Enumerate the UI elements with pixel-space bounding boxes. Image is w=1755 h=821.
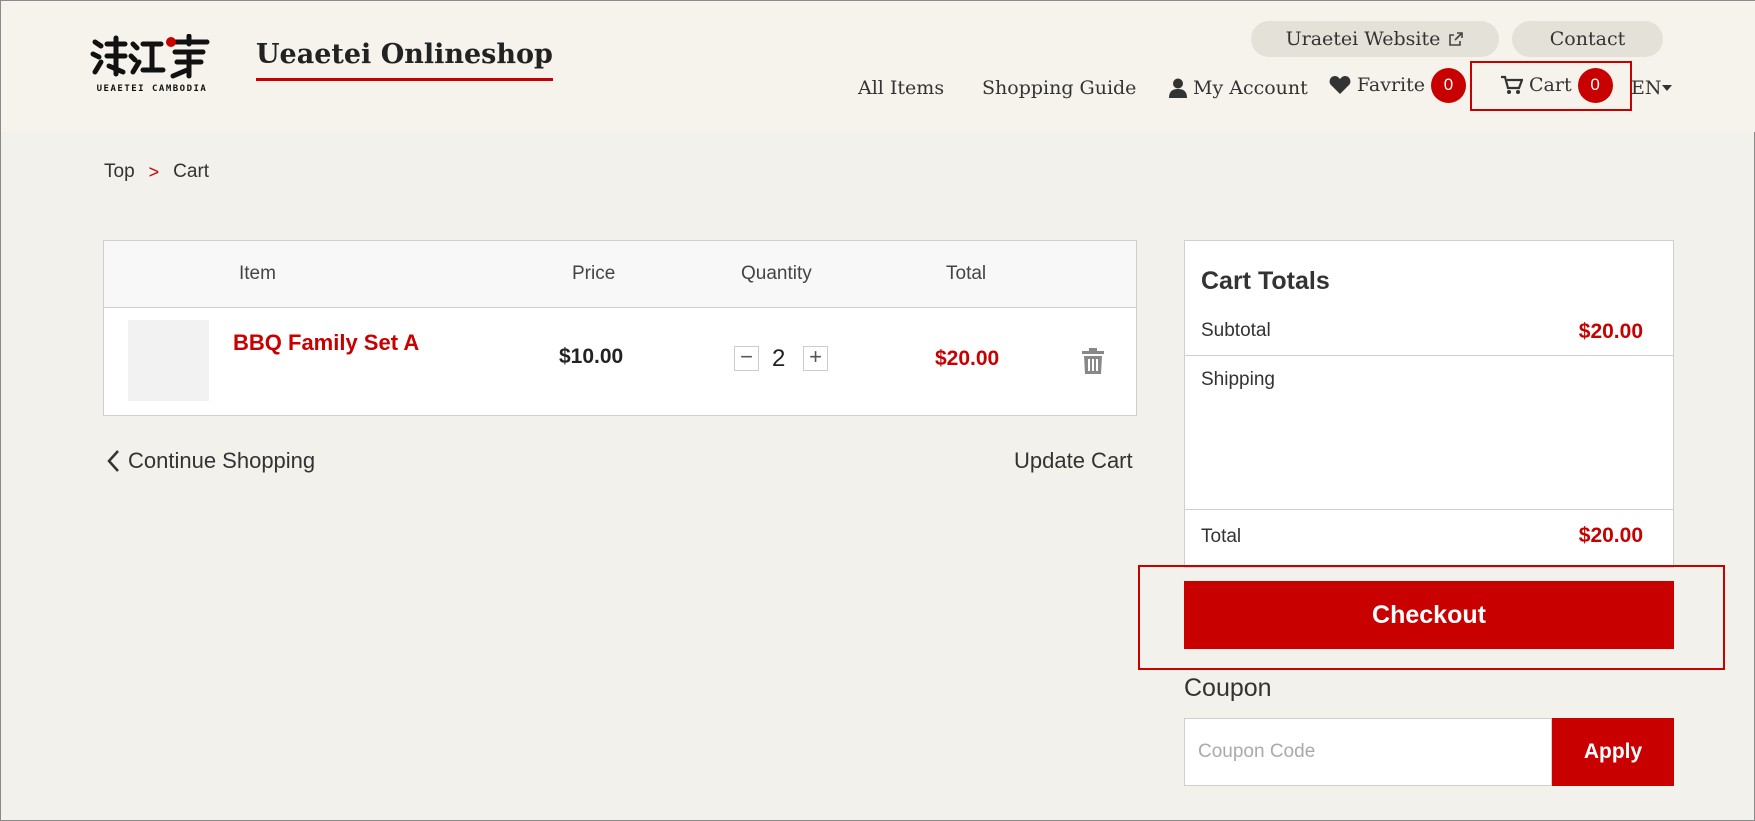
- nav-favorite[interactable]: Favrite 0: [1329, 67, 1466, 103]
- apply-coupon-button[interactable]: Apply: [1552, 718, 1674, 786]
- nav-cart-label: Cart: [1529, 74, 1572, 96]
- continue-shopping-label: Continue Shopping: [128, 448, 316, 473]
- language-selector[interactable]: EN: [1631, 73, 1672, 103]
- checkout-button[interactable]: Checkout: [1184, 581, 1674, 649]
- cart-totals-title: Cart Totals: [1201, 267, 1330, 295]
- contact-link-label: Contact: [1549, 28, 1626, 50]
- cart-table: Item Price Quantity Total BBQ Family Set…: [103, 240, 1137, 416]
- website-link-label: Uraetei Website: [1285, 28, 1441, 50]
- heart-icon: [1329, 76, 1351, 94]
- user-icon: [1169, 78, 1187, 98]
- continue-shopping-link[interactable]: Continue Shopping: [106, 448, 315, 474]
- nav-shopping-guide[interactable]: Shopping Guide: [982, 73, 1136, 103]
- nav-my-account-label: My Account: [1193, 77, 1308, 99]
- table-row: BBQ Family Set A $10.00 − 2 + $20.00: [104, 308, 1136, 415]
- caret-down-icon: [1661, 85, 1672, 91]
- nav-cart[interactable]: Cart 0: [1501, 67, 1613, 103]
- language-label: EN: [1631, 77, 1662, 99]
- nav-my-account[interactable]: My Account: [1169, 73, 1308, 103]
- header-quantity: Quantity: [741, 263, 812, 284]
- subtotal-label: Subtotal: [1201, 320, 1271, 341]
- total-value: $20.00: [1578, 524, 1643, 547]
- uraetei-website-link[interactable]: Uraetei Website: [1251, 21, 1499, 57]
- favorite-count-badge: 0: [1431, 67, 1466, 103]
- total-label: Total: [1201, 526, 1242, 547]
- row-total: $20.00: [935, 347, 1000, 370]
- logo-caption: UEAETEI CAMBODIA: [96, 84, 208, 94]
- site-header: UEAETEI CAMBODIA Ueaetei Onlineshop Urae…: [1, 1, 1755, 132]
- breadcrumb-current: Cart: [173, 161, 210, 182]
- coupon-label: Coupon: [1184, 674, 1272, 702]
- header-item: Item: [239, 263, 276, 284]
- coupon-code-input[interactable]: [1184, 718, 1552, 786]
- header-total: Total: [946, 263, 987, 284]
- shipping-label: Shipping: [1201, 369, 1275, 390]
- update-cart-button[interactable]: Update Cart: [1014, 448, 1133, 474]
- logo-dot-icon: [166, 37, 176, 47]
- cart-table-header: Item Price Quantity Total: [104, 241, 1136, 308]
- quantity-decrease-button[interactable]: −: [734, 346, 759, 371]
- nav-all-items-label: All Items: [858, 77, 945, 99]
- cart-icon: [1501, 75, 1523, 94]
- external-link-icon: [1449, 32, 1464, 46]
- nav-shopping-guide-label: Shopping Guide: [982, 77, 1137, 99]
- breadcrumb-separator: >: [148, 161, 160, 182]
- cart-totals-panel: Cart Totals Subtotal $20.00 Shipping Tot…: [1184, 240, 1674, 568]
- cart-count-badge: 0: [1577, 67, 1613, 103]
- header-price: Price: [572, 263, 616, 284]
- breadcrumb: Top > Cart: [104, 161, 209, 183]
- totals-divider: [1185, 509, 1673, 510]
- trash-icon[interactable]: [1082, 348, 1104, 374]
- totals-divider: [1185, 355, 1673, 356]
- nav-all-items[interactable]: All Items: [858, 73, 944, 103]
- logo-mark-icon: [90, 34, 210, 79]
- contact-link[interactable]: Contact: [1512, 21, 1663, 57]
- breadcrumb-top[interactable]: Top: [104, 161, 135, 183]
- product-name-link[interactable]: BBQ Family Set A: [233, 330, 419, 356]
- product-thumbnail[interactable]: [128, 320, 209, 401]
- subtotal-value: $20.00: [1578, 320, 1643, 343]
- shop-title[interactable]: Ueaetei Onlineshop: [256, 39, 553, 81]
- nav-favorite-label: Favrite: [1357, 74, 1425, 96]
- brand-logo[interactable]: UEAETEI CAMBODIA: [89, 34, 215, 98]
- quantity-increase-button[interactable]: +: [803, 346, 828, 371]
- chevron-left-icon: [107, 450, 119, 472]
- quantity-value[interactable]: 2: [772, 345, 785, 373]
- product-price: $10.00: [559, 345, 624, 368]
